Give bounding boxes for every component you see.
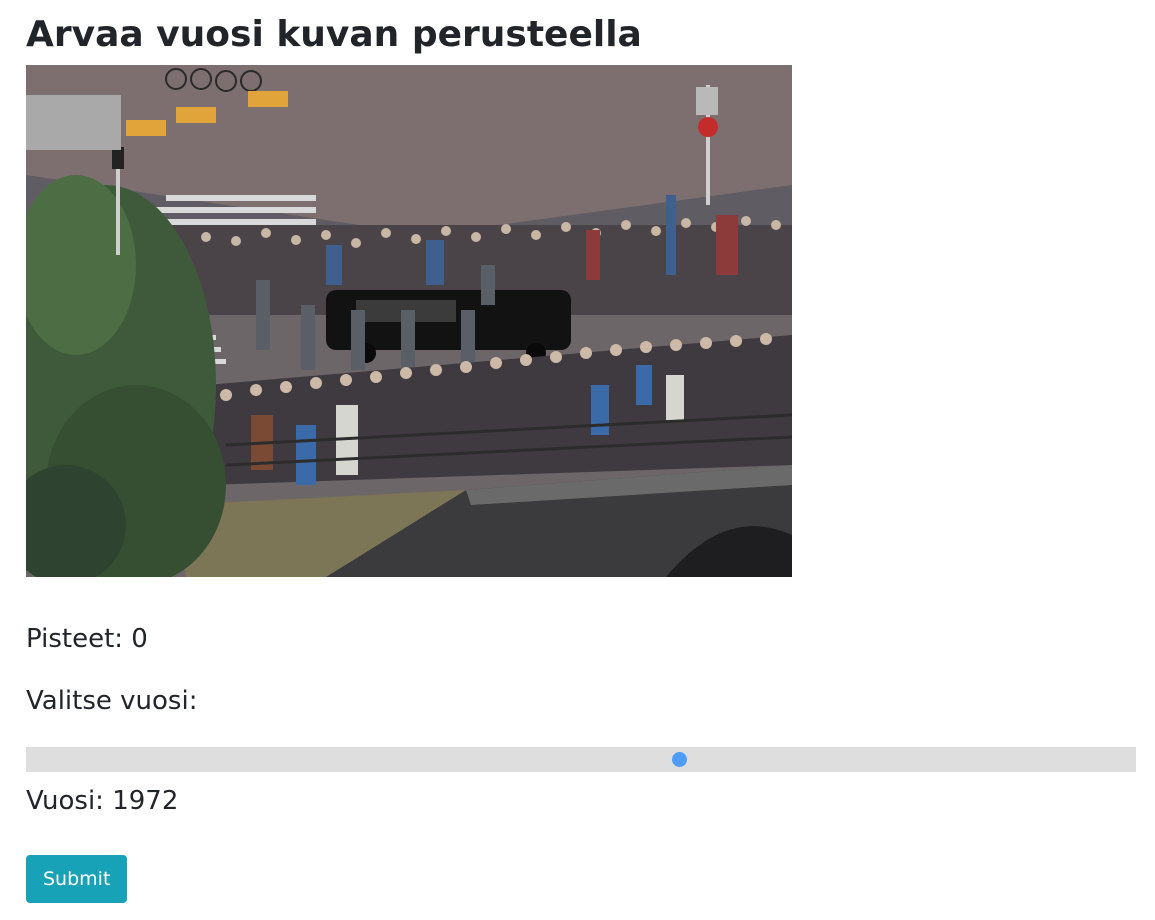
building-corner	[26, 95, 121, 150]
submit-button[interactable]: Submit	[26, 855, 128, 903]
photo-illustration	[26, 65, 792, 577]
page-title: Arvaa vuosi kuvan perusteella	[26, 14, 642, 55]
year-slider[interactable]	[26, 747, 1136, 772]
year-slider-fill	[26, 747, 680, 772]
selected-year-text: Vuosi: 1972	[26, 786, 179, 816]
score-text: Pisteet: 0	[26, 624, 148, 654]
guess-photo	[26, 65, 792, 577]
year-picker-label: Valitse vuosi:	[26, 686, 198, 716]
page: Arvaa vuosi kuvan perusteella Pisteet: 0…	[0, 0, 1155, 920]
year-slider-thumb[interactable]	[672, 752, 688, 767]
